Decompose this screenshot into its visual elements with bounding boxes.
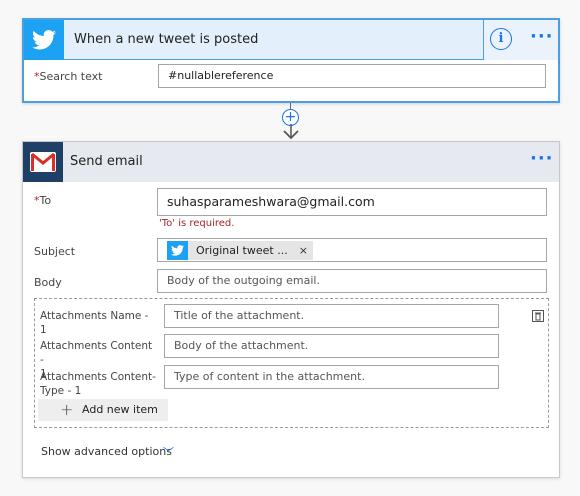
search-text-label: *Search text: [34, 70, 103, 83]
subject-input[interactable]: Original tweet ... ×: [157, 238, 547, 262]
attachment-type-label-line2: Type - 1: [40, 385, 82, 397]
trigger-title: When a new tweet is posted: [74, 32, 259, 47]
to-label-text: To: [39, 194, 52, 207]
attachment-type-label: Attachments Content- Type - 1: [40, 370, 158, 398]
attachment-name-input[interactable]: Title of the attachment.: [164, 304, 499, 328]
to-error-message: 'To' is required.: [159, 218, 235, 229]
subject-label: Subject: [34, 245, 76, 258]
search-text-label-text: Search text: [39, 70, 103, 83]
trigger-card[interactable]: When a new tweet is posted i ··· *Search…: [22, 18, 560, 103]
info-icon[interactable]: i: [490, 28, 512, 50]
action-more-options-icon[interactable]: ···: [530, 148, 554, 169]
to-label: *To: [34, 194, 51, 207]
action-header[interactable]: Send email ···: [23, 142, 559, 182]
subject-token-label: Original tweet ...: [196, 243, 288, 257]
remove-token-icon[interactable]: ×: [294, 240, 313, 262]
send-email-card[interactable]: Send email ··· *To suhasparameshwara@gma…: [22, 141, 560, 478]
gmail-logo-icon: [23, 142, 63, 182]
attachments-group: Attachments Name - 1 Title of the attach…: [34, 298, 549, 428]
arrow-down-icon: [283, 124, 299, 140]
delete-item-icon[interactable]: [531, 309, 545, 323]
body-input[interactable]: Body of the outgoing email.: [157, 269, 547, 293]
attachment-content-input[interactable]: Body of the attachment.: [164, 334, 499, 358]
twitter-token-icon: [167, 241, 188, 260]
attachment-type-input[interactable]: Type of content in the attachment.: [164, 365, 499, 389]
subject-token[interactable]: Original tweet ... ×: [167, 241, 313, 260]
add-new-item-button[interactable]: + Add new item: [38, 399, 168, 421]
twitter-logo-icon: [24, 20, 64, 60]
attachment-name-label: Attachments Name - 1: [40, 310, 149, 336]
to-input[interactable]: suhasparameshwara@gmail.com: [157, 188, 547, 216]
add-new-item-label: Add new item: [82, 403, 158, 416]
plus-icon: +: [60, 400, 74, 419]
show-advanced-options-link[interactable]: Show advanced options: [41, 445, 172, 458]
trigger-title-bar[interactable]: When a new tweet is posted: [24, 20, 484, 60]
trigger-header[interactable]: When a new tweet is posted i ···: [24, 20, 558, 60]
attachment-type-label-line1: Attachments Content-: [40, 371, 156, 383]
trigger-more-options-icon[interactable]: ···: [530, 26, 554, 47]
action-title: Send email: [70, 154, 143, 169]
attachment-content-label-line1: Attachments Content -: [40, 340, 153, 366]
chevron-down-icon[interactable]: ﹀: [163, 444, 174, 460]
search-text-input[interactable]: #nullablereference: [158, 64, 546, 88]
body-label: Body: [34, 276, 62, 289]
